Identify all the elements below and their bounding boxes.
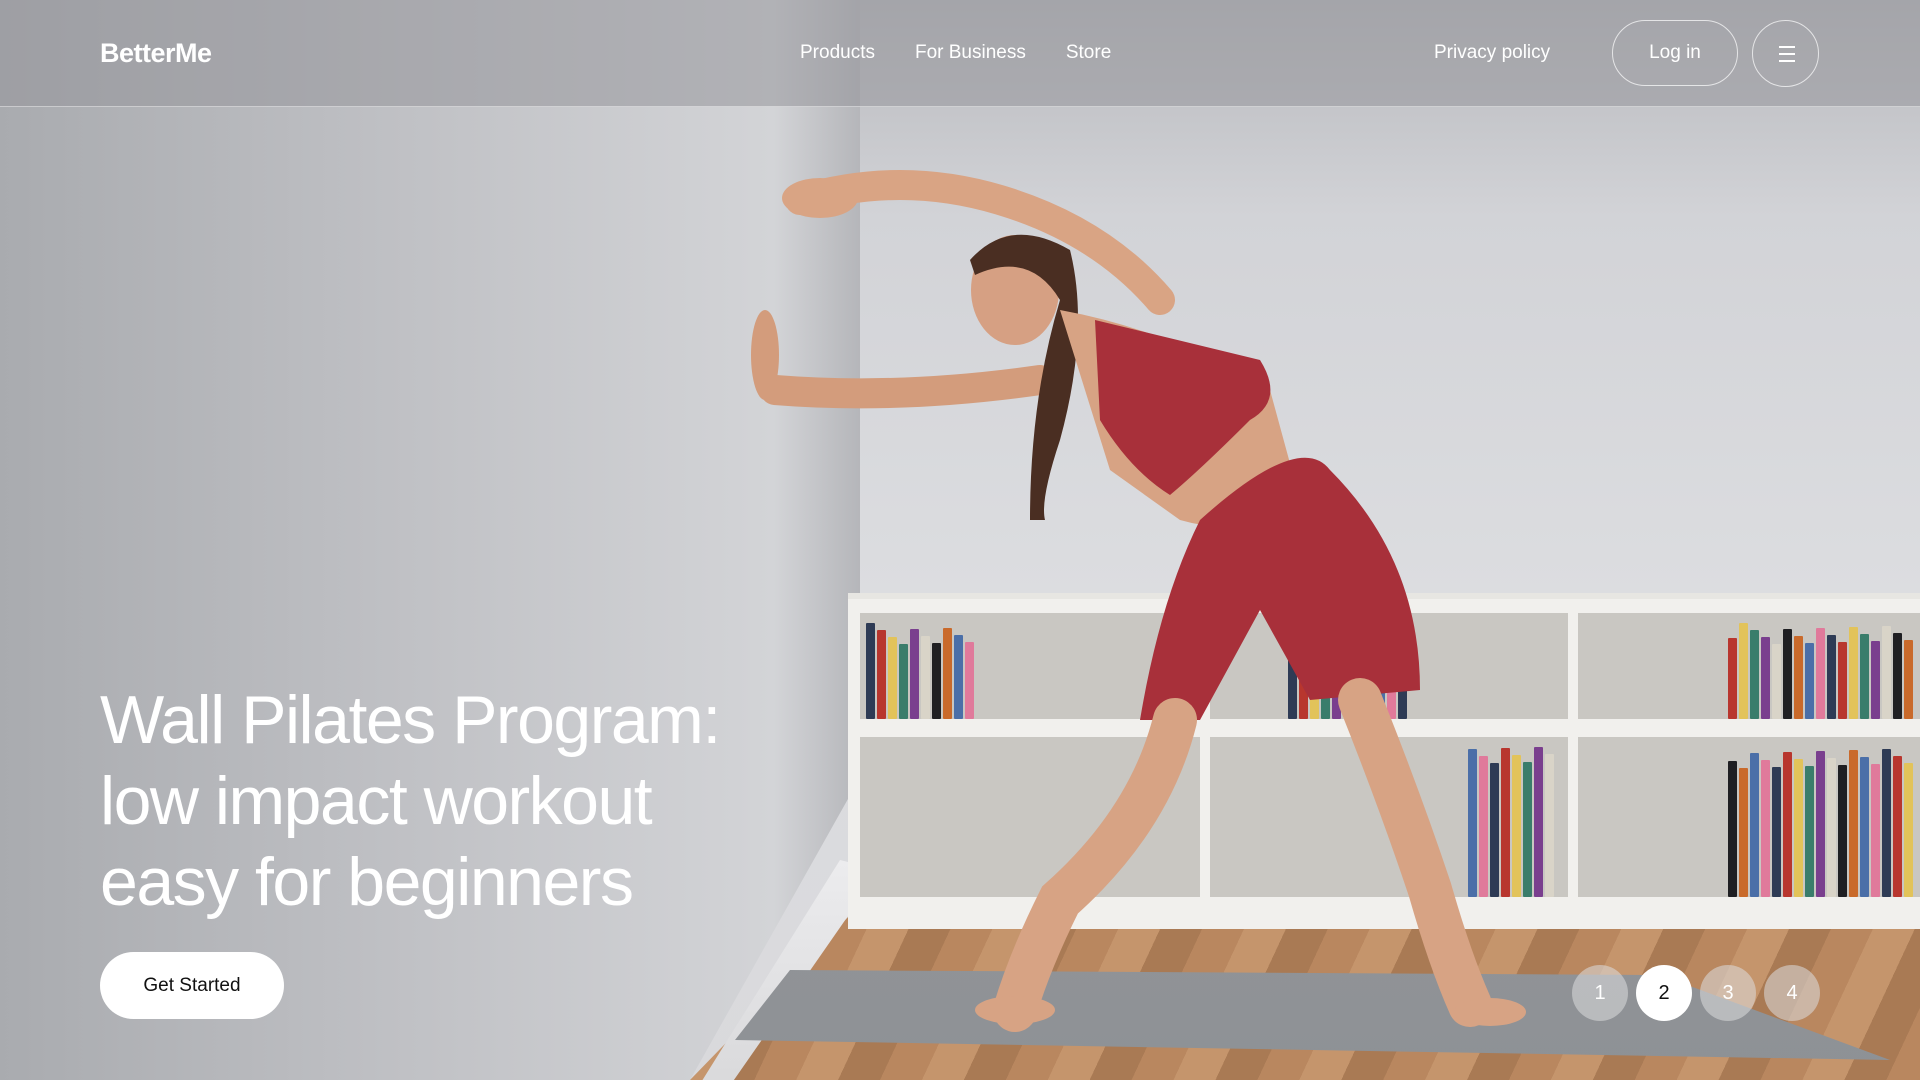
book-spine bbox=[1512, 755, 1521, 897]
book-spine bbox=[1501, 748, 1510, 897]
book-spine bbox=[1739, 768, 1748, 897]
book-spine bbox=[1860, 634, 1869, 719]
book-spine bbox=[1299, 634, 1308, 719]
book-spine bbox=[1728, 761, 1737, 897]
book-spine bbox=[1893, 756, 1902, 897]
book-spine bbox=[1750, 753, 1759, 897]
hamburger-menu-icon bbox=[1779, 53, 1795, 55]
hero-headline-line: easy for beginners bbox=[100, 844, 634, 920]
book-spine bbox=[1376, 639, 1385, 719]
slide-3-button[interactable]: 3 bbox=[1700, 965, 1756, 1021]
book-spine bbox=[1288, 627, 1297, 719]
nav-link-products[interactable]: Products bbox=[800, 42, 875, 64]
book-spine bbox=[1838, 765, 1847, 897]
book-spine bbox=[1332, 633, 1341, 719]
book-spine bbox=[1398, 631, 1407, 719]
book-spine bbox=[1772, 767, 1781, 897]
book-spine bbox=[1761, 760, 1770, 897]
hero-headline-line: low impact workout bbox=[100, 763, 653, 839]
book-spine bbox=[1871, 641, 1880, 719]
hero-headline-line: Wall Pilates Program: bbox=[100, 682, 721, 758]
book-spine bbox=[1523, 762, 1532, 897]
hero-headline: Wall Pilates Program: low impact workout… bbox=[100, 680, 820, 923]
book-spine bbox=[1794, 759, 1803, 897]
book-spine bbox=[1783, 752, 1792, 897]
main-nav: Products For Business Store bbox=[800, 42, 1111, 64]
book-spine bbox=[1750, 630, 1759, 719]
book-spine bbox=[1728, 638, 1737, 719]
book-spine bbox=[1739, 623, 1748, 719]
book-spine bbox=[1343, 640, 1352, 719]
book-spine bbox=[1761, 637, 1770, 719]
book-spine bbox=[866, 623, 875, 719]
book-spine bbox=[1827, 635, 1836, 719]
hamburger-menu-icon bbox=[1779, 46, 1795, 48]
get-started-button[interactable]: Get Started bbox=[100, 952, 284, 1019]
log-in-button[interactable]: Log in bbox=[1612, 20, 1738, 86]
book-spine bbox=[877, 630, 886, 719]
book-spine bbox=[1354, 625, 1363, 719]
menu-button[interactable] bbox=[1752, 20, 1819, 87]
privacy-policy-link[interactable]: Privacy policy bbox=[1434, 42, 1550, 64]
book-spine bbox=[1871, 764, 1880, 897]
book-spine bbox=[1882, 749, 1891, 897]
book-spine bbox=[1904, 640, 1913, 719]
book-spine bbox=[1805, 766, 1814, 897]
nav-link-for-business[interactable]: For Business bbox=[915, 42, 1026, 64]
book-spine bbox=[1805, 643, 1814, 719]
book-spine bbox=[1321, 626, 1330, 719]
top-navigation-bar: BetterMe Products For Business Store Pri… bbox=[0, 0, 1920, 107]
book-spine bbox=[1904, 763, 1913, 897]
book-spine bbox=[899, 644, 908, 719]
book-spine bbox=[1468, 749, 1477, 897]
slide-4-button[interactable]: 4 bbox=[1764, 965, 1820, 1021]
book-spine bbox=[965, 642, 974, 719]
book-spine bbox=[1860, 757, 1869, 897]
book-spine bbox=[1490, 763, 1499, 897]
bookshelf bbox=[848, 593, 1920, 929]
book-spine bbox=[1783, 629, 1792, 719]
book-spine bbox=[1838, 642, 1847, 719]
book-spine bbox=[1849, 627, 1858, 719]
book-spine bbox=[943, 628, 952, 719]
book-spine bbox=[1365, 632, 1374, 719]
book-spine bbox=[1387, 624, 1396, 719]
book-spine bbox=[1310, 641, 1319, 719]
book-spine bbox=[932, 643, 941, 719]
book-spine bbox=[1545, 754, 1554, 897]
book-spine bbox=[1772, 644, 1781, 719]
book-spine bbox=[1479, 756, 1488, 897]
slide-1-button[interactable]: 1 bbox=[1572, 965, 1628, 1021]
book-spine bbox=[1534, 747, 1543, 897]
betterme-logo[interactable]: BetterMe bbox=[100, 38, 212, 69]
hamburger-menu-icon bbox=[1779, 60, 1795, 62]
book-spine bbox=[954, 635, 963, 719]
slide-pagination: 1 2 3 4 bbox=[1572, 965, 1820, 1021]
book-spine bbox=[1794, 636, 1803, 719]
book-spine bbox=[1849, 750, 1858, 897]
book-spine bbox=[1882, 626, 1891, 719]
book-spine bbox=[1816, 751, 1825, 897]
book-spine bbox=[910, 629, 919, 719]
slide-2-button[interactable]: 2 bbox=[1636, 965, 1692, 1021]
book-spine bbox=[1827, 758, 1836, 897]
book-spine bbox=[888, 637, 897, 719]
book-spine bbox=[1816, 628, 1825, 719]
book-spine bbox=[1893, 633, 1902, 719]
nav-link-store[interactable]: Store bbox=[1066, 42, 1111, 64]
book-spine bbox=[921, 636, 930, 719]
